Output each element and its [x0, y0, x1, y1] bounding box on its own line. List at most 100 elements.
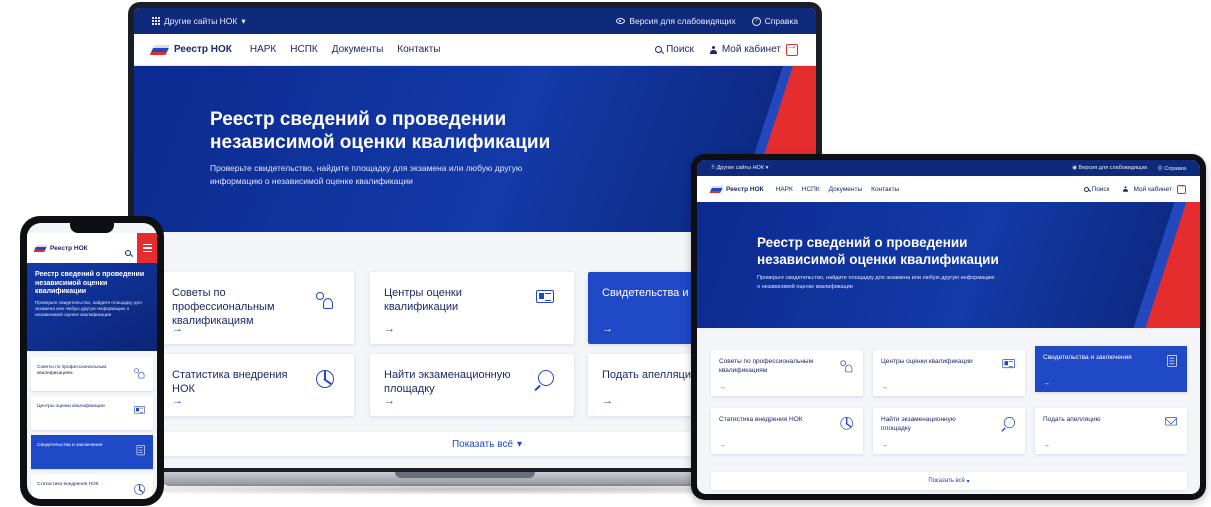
card-appeal[interactable]: Подать апелляцию →: [1035, 408, 1187, 454]
id-card-icon: [536, 290, 554, 303]
arrow-right-icon: →: [881, 383, 888, 391]
people-icon: [133, 367, 145, 379]
card-certificates[interactable]: Свидетельства и заключения →: [1035, 346, 1187, 392]
nav-link-contacts[interactable]: Контакты: [397, 44, 440, 55]
show-all-button[interactable]: Показать всё ▾: [711, 472, 1187, 490]
search-button[interactable]: Поиск: [1083, 186, 1110, 193]
arrow-right-icon: →: [602, 395, 613, 407]
phone-search-button[interactable]: [125, 243, 131, 261]
other-sites-menu[interactable]: Другие сайты НОК ▾: [152, 16, 246, 27]
eye-icon: [616, 18, 626, 24]
nav-link-documents[interactable]: Документы: [829, 186, 863, 193]
arrow-right-icon: →: [172, 323, 183, 335]
search-icon: [125, 250, 131, 256]
site-logo[interactable]: Реестр НОК: [709, 185, 764, 193]
laptop-hinge-notch: [395, 472, 535, 478]
hero-title: Реестр сведений о проведении независимой…: [210, 109, 551, 153]
card-label: Центры оценки квалификации: [881, 358, 973, 365]
menu-line: [142, 247, 152, 249]
hamburger-menu-button[interactable]: [137, 233, 157, 263]
list-item-councils[interactable]: Советы по профессиональным квалификациям: [31, 357, 153, 391]
tablet-navbar: Реестр НОК НАРК НСПК Документы Контакты …: [697, 176, 1200, 202]
search-icon: [655, 46, 663, 53]
card-label: Центры оценки квалификации: [37, 404, 105, 409]
cabinet-button[interactable]: Мой кабинет: [709, 41, 798, 56]
tablet-hero: Реестр сведений о проведении независимой…: [697, 202, 1200, 328]
search-icon: [1083, 186, 1089, 192]
other-sites-label: Другие сайты НОК: [164, 16, 238, 26]
tablet-top-utility-bar: ⠿ Другие сайты НОК ▾ ◉ Версия для слабов…: [697, 160, 1200, 176]
card-label: Советы по профессиональным квалификациям: [37, 365, 107, 376]
card-find-venue[interactable]: Найти экзаменационную площадку →: [873, 408, 1025, 454]
pie-chart-icon: [840, 417, 853, 430]
search-icon: [538, 370, 554, 386]
low-vision-link[interactable]: Версия для слабовидящих: [616, 16, 736, 26]
list-item-certificates[interactable]: Свидетельства и заключения: [31, 435, 153, 469]
list-item-statistics[interactable]: Статистика внедрения НОК: [31, 474, 153, 499]
login-icon: [786, 41, 798, 56]
card-centers[interactable]: Центры оценки квалификации →: [370, 272, 574, 344]
logo-text: Реестр НОК: [174, 44, 232, 55]
card-councils[interactable]: Советы по профессиональным квалификациям…: [711, 350, 863, 396]
arrow-right-icon: →: [719, 383, 726, 391]
card-label: Советы по профессиональным квалификациям: [172, 287, 275, 327]
nav-link-nspk[interactable]: НСПК: [802, 186, 820, 193]
grid-icon: [152, 17, 160, 25]
card-label: Статистика внедрения НОК: [172, 369, 288, 395]
card-centers[interactable]: Центры оценки квалификации →: [873, 350, 1025, 396]
phone-card-list: Советы по профессиональным квалификациям…: [31, 357, 153, 499]
arrow-right-icon: →: [1043, 441, 1050, 449]
nav-link-contacts[interactable]: Контакты: [871, 186, 899, 193]
chevron-down-icon: ▾: [517, 438, 523, 450]
chevron-down-icon: ▾: [966, 478, 970, 485]
help-label: Справка: [1164, 166, 1186, 172]
card-label: Советы по профессиональным квалификациям: [719, 358, 814, 374]
card-statistics[interactable]: Статистика внедрения НОК →: [711, 408, 863, 454]
low-vision-link[interactable]: ◉ Версия для слабовидящих: [1072, 165, 1147, 171]
logo-text: Реестр НОК: [726, 185, 764, 193]
arrow-right-icon: →: [384, 395, 395, 407]
other-sites-menu[interactable]: ⠿ Другие сайты НОК ▾: [711, 165, 768, 171]
nav-link-nspk[interactable]: НСПК: [290, 44, 317, 55]
login-icon: [1177, 183, 1186, 194]
nav-link-nark[interactable]: НАРК: [250, 44, 276, 55]
pie-chart-icon: [316, 370, 334, 388]
top-utility-bar: Другие сайты НОК ▾ Версия для слабовидящ…: [134, 8, 816, 34]
site-logo[interactable]: Реестр НОК: [149, 44, 232, 55]
hero-subtitle: Проверьте свидетельство, найдите площадк…: [210, 163, 523, 186]
menu-line: [142, 250, 152, 253]
nav-link-documents[interactable]: Документы: [332, 44, 384, 55]
card-councils[interactable]: Советы по профессиональным квалификациям…: [158, 272, 354, 344]
people-icon: [839, 359, 853, 373]
nav-link-nark[interactable]: НАРК: [776, 186, 793, 193]
phone-hero-subtitle: Проверьте свидетельство, найдите площадк…: [35, 299, 142, 317]
document-icon: [136, 445, 145, 456]
card-label: Найти экзаменационную площадку: [384, 369, 511, 395]
flag-logo-icon: [709, 185, 724, 193]
search-icon: [1003, 417, 1015, 429]
list-item-centers[interactable]: Центры оценки квалификации: [31, 396, 153, 430]
chevron-down-icon: ▾: [241, 15, 246, 26]
logo-text[interactable]: Реестр НОК: [50, 245, 88, 252]
hero-title: Реестр сведений о проведении независимой…: [757, 235, 999, 267]
help-icon: ?: [751, 16, 761, 26]
pie-chart-icon: [134, 484, 145, 495]
people-icon: [314, 290, 334, 310]
phone-screen: Реестр НОК Реестр сведений о проведении …: [27, 223, 157, 499]
card-find-venue[interactable]: Найти экзаменационную площадку →: [370, 354, 574, 416]
cabinet-button[interactable]: Мой кабинет: [1122, 183, 1186, 194]
document-icon: [1167, 355, 1177, 367]
arrow-right-icon: →: [172, 395, 183, 407]
user-icon: [1122, 186, 1128, 192]
help-link[interactable]: ⓪ Справка: [1157, 164, 1186, 172]
search-button[interactable]: Поиск: [655, 44, 694, 55]
other-sites-label: Другие сайты НОК: [716, 165, 765, 171]
card-statistics[interactable]: Статистика внедрения НОК →: [158, 354, 354, 416]
card-label: Центры оценки квалификации: [384, 287, 462, 313]
card-label: Статистика внедрения НОК: [37, 482, 99, 487]
phone-device: Реестр НОК Реестр сведений о проведении …: [20, 216, 164, 506]
help-link[interactable]: ? Справка: [751, 16, 798, 26]
menu-line: [142, 243, 152, 246]
tablet-cards-grid: Советы по профессиональным квалификациям…: [711, 346, 1191, 460]
card-label: Статистика внедрения НОК: [719, 416, 803, 423]
